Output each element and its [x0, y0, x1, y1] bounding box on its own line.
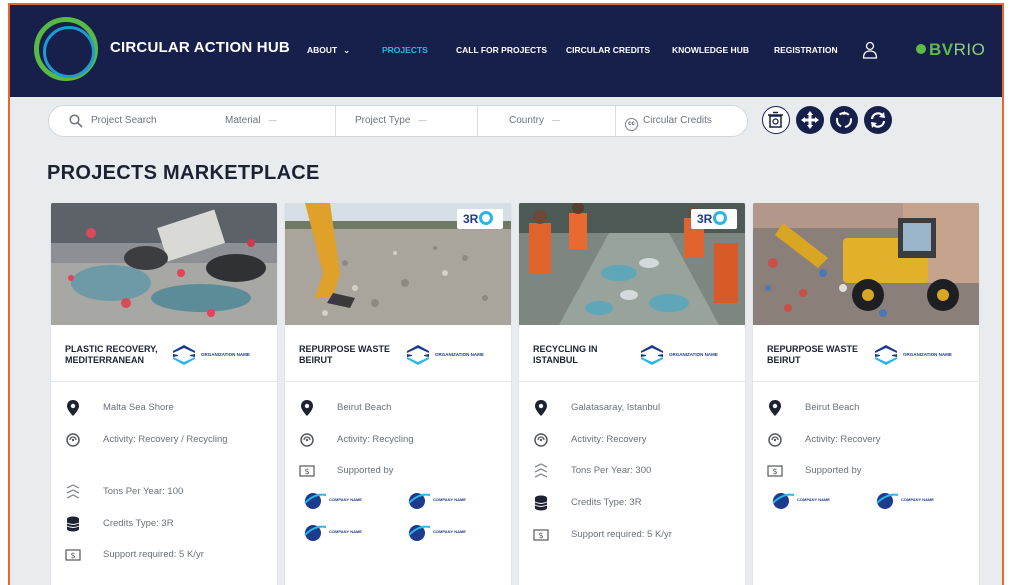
project-title[interactable]: REPURPOSE WASTE BEIRUT — [767, 344, 867, 366]
divider — [51, 381, 277, 382]
location-pin-icon — [67, 400, 79, 416]
arrows-move-icon — [801, 111, 819, 129]
move-view-button[interactable] — [796, 106, 824, 134]
bin-icon — [768, 111, 783, 128]
project-title[interactable]: RECYCLING IN ISTANBUL — [533, 344, 633, 366]
divider — [519, 381, 745, 382]
organization-logo: ORGANIZATION NAME — [171, 344, 271, 366]
circle-icon — [479, 211, 494, 225]
sponsor-globe-icon — [408, 493, 431, 509]
organization-logo: ORGANIZATION NAME — [405, 344, 505, 366]
project-type-filter[interactable]: Project Type — — [355, 106, 475, 136]
location-pin-icon — [535, 400, 547, 416]
sponsor-logo[interactable]: COMPANY NAME — [407, 521, 497, 543]
project-card[interactable]: 3R RECYCLING IN ISTANBUL ORGANIZATION NA… — [519, 203, 745, 585]
3r-badge: 3R — [691, 209, 737, 229]
chevron-down-icon: — — [418, 116, 427, 125]
location-pin-icon — [301, 400, 313, 416]
recycle-icon — [534, 433, 548, 447]
dollar-icon: $ — [533, 529, 549, 541]
recycle-icon — [300, 433, 314, 447]
project-image[interactable] — [51, 203, 277, 325]
nav-item-projects[interactable]: PROJECTS — [382, 45, 428, 55]
organization-icon — [173, 345, 195, 365]
project-search-input[interactable]: Project Search — [91, 106, 201, 136]
organization-icon — [641, 345, 663, 365]
filter-bar: Project Search Material — Project Type — C… — [48, 105, 748, 137]
project-card[interactable]: PLASTIC RECOVERY, MEDITERRANEAN ORGANIZA… — [51, 203, 277, 585]
divider — [477, 106, 478, 136]
waves-icon — [534, 463, 548, 478]
project-image[interactable] — [753, 203, 979, 325]
top-navbar: CIRCULAR ACTION HUB ABOUT ⌄ PROJECTS CALL… — [10, 5, 1002, 97]
sponsor-logo[interactable]: COMPANY NAME — [407, 489, 497, 511]
organization-logo: ORGANIZATION NAME — [639, 344, 739, 366]
nav-item-about[interactable]: ABOUT ⌄ — [307, 45, 350, 55]
refresh-icon — [870, 112, 886, 128]
circle-icon — [713, 211, 728, 225]
sponsor-globe-icon — [304, 493, 327, 509]
sponsor-globe-icon — [876, 493, 899, 509]
app-frame: CIRCULAR ACTION HUB ABOUT ⌄ PROJECTS CALL… — [8, 3, 1004, 585]
credits-icon: cc — [625, 118, 638, 131]
user-icon[interactable] — [862, 41, 878, 59]
sponsor-logo[interactable]: COMPANY NAME — [303, 521, 393, 543]
nav-item-knowledge-hub[interactable]: KNOWLEDGE HUB — [672, 45, 749, 55]
bvrio-logo[interactable]: BVRIO — [916, 40, 985, 60]
brand-name[interactable]: CIRCULAR ACTION HUB — [110, 39, 290, 56]
project-card[interactable]: 3R REPURPOSE WASTE BEIRUT ORGANIZATION N… — [285, 203, 511, 585]
sponsor-globe-icon — [408, 525, 431, 541]
chevron-down-icon: — — [552, 116, 561, 125]
dollar-icon: $ — [767, 465, 783, 477]
dollar-icon: $ — [299, 465, 315, 477]
svg-text:$: $ — [538, 531, 543, 540]
svg-text:$: $ — [772, 467, 777, 476]
project-title[interactable]: REPURPOSE WASTE BEIRUT — [299, 344, 399, 366]
circular-action-hub-logo-icon[interactable] — [34, 17, 98, 81]
location-pin-icon — [769, 400, 781, 416]
svg-text:$: $ — [304, 467, 309, 476]
project-title[interactable]: PLASTIC RECOVERY, MEDITERRANEAN — [65, 344, 165, 366]
chevron-down-icon: — — [268, 116, 277, 125]
recycle-icon — [836, 111, 852, 128]
nav-item-call-for-projects[interactable]: CALL FOR PROJECTS — [456, 45, 547, 55]
sponsor-globe-icon — [304, 525, 327, 541]
divider — [753, 381, 979, 382]
material-filter[interactable]: Material — — [225, 106, 335, 136]
organization-logo: ORGANIZATION NAME — [873, 344, 973, 366]
country-filter[interactable]: Country — — [509, 106, 609, 136]
recycle-view-button[interactable] — [830, 106, 858, 134]
chevron-down-icon: ⌄ — [343, 46, 350, 55]
nav-item-circular-credits[interactable]: CIRCULAR CREDITS — [566, 45, 650, 55]
bvrio-dot-icon — [916, 44, 926, 54]
refresh-button[interactable] — [864, 106, 892, 134]
3r-badge: 3R — [457, 209, 503, 229]
database-icon — [66, 516, 80, 532]
svg-text:$: $ — [70, 551, 75, 560]
divider — [335, 106, 336, 136]
sponsor-globe-icon — [772, 493, 795, 509]
sponsor-logo[interactable]: COMPANY NAME — [875, 489, 965, 511]
database-icon — [534, 495, 548, 511]
reset-filters-button[interactable] — [762, 106, 790, 134]
recycle-icon — [66, 433, 80, 447]
sponsor-logo[interactable]: COMPANY NAME — [771, 489, 861, 511]
search-icon — [69, 114, 83, 128]
organization-icon — [875, 345, 897, 365]
divider — [615, 106, 616, 136]
sponsor-logo[interactable]: COMPANY NAME — [303, 489, 393, 511]
waves-icon — [66, 484, 80, 499]
page-title: PROJECTS MARKETPLACE — [47, 162, 320, 184]
nav-item-registration[interactable]: REGISTRATION — [774, 45, 838, 55]
circular-credits-toggle[interactable]: cc Circular Credits — [625, 106, 743, 136]
dollar-icon: $ — [65, 549, 81, 561]
recycle-icon — [768, 433, 782, 447]
divider — [285, 381, 511, 382]
organization-icon — [407, 345, 429, 365]
project-card[interactable]: REPURPOSE WASTE BEIRUT ORGANIZATION NAME… — [753, 203, 979, 585]
